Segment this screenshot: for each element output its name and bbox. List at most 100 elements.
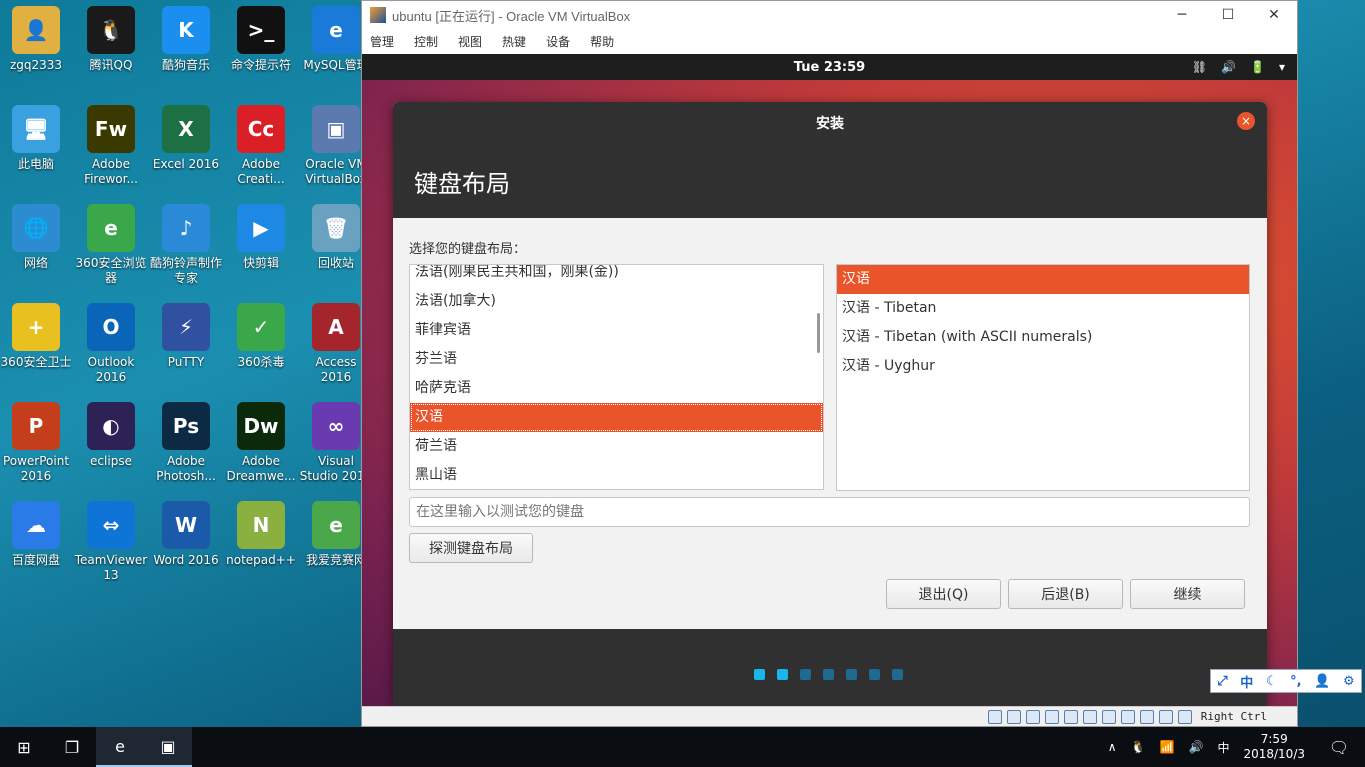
desktop-icon-label: Adobe Firewor...	[84, 157, 138, 186]
desktop-icon[interactable]: ✓ 360杀毒	[224, 299, 298, 391]
desktop-icon[interactable]: +360安全卫士	[0, 299, 73, 391]
menu-control[interactable]: 控制	[414, 33, 438, 50]
desktop-icon[interactable]: 🖥 此电脑	[0, 101, 73, 193]
start-button[interactable]: ⊞	[0, 727, 48, 767]
desktop-icon[interactable]: e 360安全浏览器	[74, 200, 148, 292]
recording-icon[interactable]	[1120, 709, 1135, 724]
variant-list-item[interactable]: 汉语 - Uyghur	[837, 352, 1249, 381]
desktop-icon[interactable]: W Word 2016	[149, 497, 223, 589]
ime-punctuation-icon[interactable]: °,	[1290, 674, 1301, 689]
menu-manage[interactable]: 管理	[370, 33, 394, 50]
desktop-app-icon: O	[87, 303, 135, 351]
installer-dialog: 安装 × 键盘布局 选择您的键盘布局： 法语(刚果民主共和国，刚果(金)) 法语(…	[393, 102, 1267, 706]
volume-icon[interactable]: 🔊	[1221, 60, 1236, 74]
task-view-button[interactable]: ❐	[48, 727, 96, 767]
tray-qq-icon[interactable]: 🐧	[1131, 740, 1146, 754]
virtualbox-logo-icon	[370, 7, 386, 23]
back-button[interactable]: 后退(B)	[1008, 579, 1123, 609]
desktop-app-icon: N	[237, 501, 285, 549]
tray-network-icon[interactable]: 📶	[1160, 740, 1175, 754]
language-list-item[interactable]: 哈萨克语	[410, 374, 823, 403]
menu-devices[interactable]: 设备	[546, 33, 570, 50]
variant-list-item[interactable]: 汉语	[837, 265, 1249, 294]
menu-help[interactable]: 帮助	[590, 33, 614, 50]
virtualbox-titlebar[interactable]: ubuntu [正在运行] - Oracle VM VirtualBox ─ ☐…	[362, 1, 1297, 29]
desktop-icon[interactable]: ☁ 百度网盘	[0, 497, 73, 589]
usb-icon[interactable]	[1063, 709, 1078, 724]
notification-center-icon[interactable]: 🗨	[1319, 738, 1359, 757]
language-list[interactable]: 法语(刚果民主共和国，刚果(金)) 法语(加拿大) 菲律宾语 芬兰语 哈萨克语 汉语 荷兰语…	[409, 264, 824, 490]
ime-chinese-mode[interactable]: 中	[1240, 672, 1253, 691]
dialog-close-button[interactable]: ×	[1237, 112, 1255, 130]
desktop-icon[interactable]: Ps Adobe Photosh...	[149, 398, 223, 490]
desktop-icon[interactable]: ▶ 快剪辑	[224, 200, 298, 292]
language-list-item[interactable]: 荷兰语	[410, 432, 823, 461]
ime-expand-icon[interactable]: ⤢	[1217, 674, 1227, 689]
language-list-item[interactable]: 黑山语	[410, 461, 823, 489]
taskbar-date: 2018/10/3	[1243, 747, 1305, 761]
close-window-button[interactable]: ✕	[1251, 7, 1297, 23]
desktop-icon[interactable]: Nnotepad++	[224, 497, 298, 589]
taskbar-clock[interactable]: 7:59 2018/10/3	[1243, 732, 1305, 762]
maximize-button[interactable]: ☐	[1205, 7, 1251, 23]
menu-view[interactable]: 视图	[458, 33, 482, 50]
desktop-icon-label: 360安全卫士	[0, 355, 72, 369]
network-icon[interactable]: ⛓	[1192, 60, 1207, 74]
detect-layout-button[interactable]: 探测键盘布局	[409, 533, 533, 563]
keyboard-capture-icon[interactable]	[1177, 709, 1192, 724]
minimize-button[interactable]: ─	[1159, 7, 1205, 23]
tray-volume-icon[interactable]: 🔊	[1189, 740, 1204, 754]
display-icon[interactable]	[1101, 709, 1116, 724]
desktop-icon[interactable]: K 酷狗音乐	[149, 2, 223, 94]
keyboard-test-input[interactable]	[409, 497, 1250, 527]
desktop-icon[interactable]: Fw Adobe Firewor...	[74, 101, 148, 193]
tray-ime-indicator[interactable]: 中	[1217, 739, 1229, 756]
guest-screen[interactable]: Tue 23:59 ⛓ 🔊 🔋 ▾ 安装 × 键盘布局 选择您的键盘布局： 法语…	[362, 54, 1297, 706]
desktop-icon[interactable]: X Excel 2016	[149, 101, 223, 193]
network-adapter-icon[interactable]	[1044, 709, 1059, 724]
desktop-app-icon: ⚡	[162, 303, 210, 351]
language-list-item[interactable]: 芬兰语	[410, 345, 823, 374]
gnome-clock[interactable]: Tue 23:59	[362, 60, 1297, 75]
desktop-icon[interactable]: Dw Adobe Dreamwe...	[224, 398, 298, 490]
language-list-scrollbar[interactable]	[817, 313, 820, 353]
taskbar-360-browser[interactable]: e	[96, 727, 144, 767]
language-list-item[interactable]: 汉语	[410, 403, 823, 432]
desktop-icon[interactable]: 🌐 网络	[0, 200, 73, 292]
tray-chevron-icon[interactable]: ∧	[1108, 740, 1117, 754]
desktop-icon[interactable]: ⇔ TeamViewer 13	[74, 497, 148, 589]
language-list-item[interactable]: 菲律宾语	[410, 316, 823, 345]
desktop-icon[interactable]: Cc Adobe Creati...	[224, 101, 298, 193]
system-menu-chevron-icon[interactable]: ▾	[1279, 60, 1285, 74]
hdd-icon[interactable]	[987, 709, 1002, 724]
mouse-integration-icon[interactable]	[1158, 709, 1173, 724]
language-list-item[interactable]: 法语(加拿大)	[410, 287, 823, 316]
desktop-icon[interactable]: P PowerPoint 2016	[0, 398, 73, 490]
desktop-icon[interactable]: ⚡ PuTTY	[149, 299, 223, 391]
desktop-app-icon: P	[12, 402, 60, 450]
menu-hotkey[interactable]: 热键	[502, 33, 526, 50]
desktop-icon-label: PuTTY	[167, 355, 205, 369]
desktop-icon[interactable]: ◐ eclipse	[74, 398, 148, 490]
quit-button[interactable]: 退出(Q)	[886, 579, 1001, 609]
variant-list-item[interactable]: 汉语 - Tibetan (with ASCII numerals)	[837, 323, 1249, 352]
shared-folder-icon[interactable]	[1082, 709, 1097, 724]
desktop-icon[interactable]: ♪ 酷狗铃声制作专家	[149, 200, 223, 292]
ime-halfwidth-icon[interactable]: ☾	[1266, 674, 1278, 689]
audio-icon[interactable]	[1025, 709, 1040, 724]
language-list-item[interactable]: 法语(刚果民主共和国，刚果(金))	[410, 265, 823, 287]
desktop-icon[interactable]: >_ 命令提示符	[224, 2, 298, 94]
optical-drive-icon[interactable]	[1006, 709, 1021, 724]
desktop-icon[interactable]: 👤 zgq2333	[0, 2, 73, 94]
desktop-icon[interactable]: O Outlook 2016	[74, 299, 148, 391]
continue-button[interactable]: 继续	[1130, 579, 1245, 609]
battery-icon[interactable]: 🔋	[1250, 60, 1265, 74]
variant-list[interactable]: 汉语 汉语 - Tibetan 汉语 - Tibetan (with ASCII n…	[836, 264, 1250, 491]
variant-list-item[interactable]: 汉语 - Tibetan	[837, 294, 1249, 323]
desktop-icon[interactable]: 🐧 腾讯QQ	[74, 2, 148, 94]
taskbar-virtualbox[interactable]: ▣	[144, 727, 192, 767]
desktop-icon-label: 命令提示符	[230, 58, 291, 72]
ime-user-icon[interactable]: 👤	[1314, 674, 1330, 689]
cpu-icon[interactable]	[1139, 709, 1154, 724]
ime-settings-icon[interactable]: ⚙	[1343, 674, 1355, 689]
